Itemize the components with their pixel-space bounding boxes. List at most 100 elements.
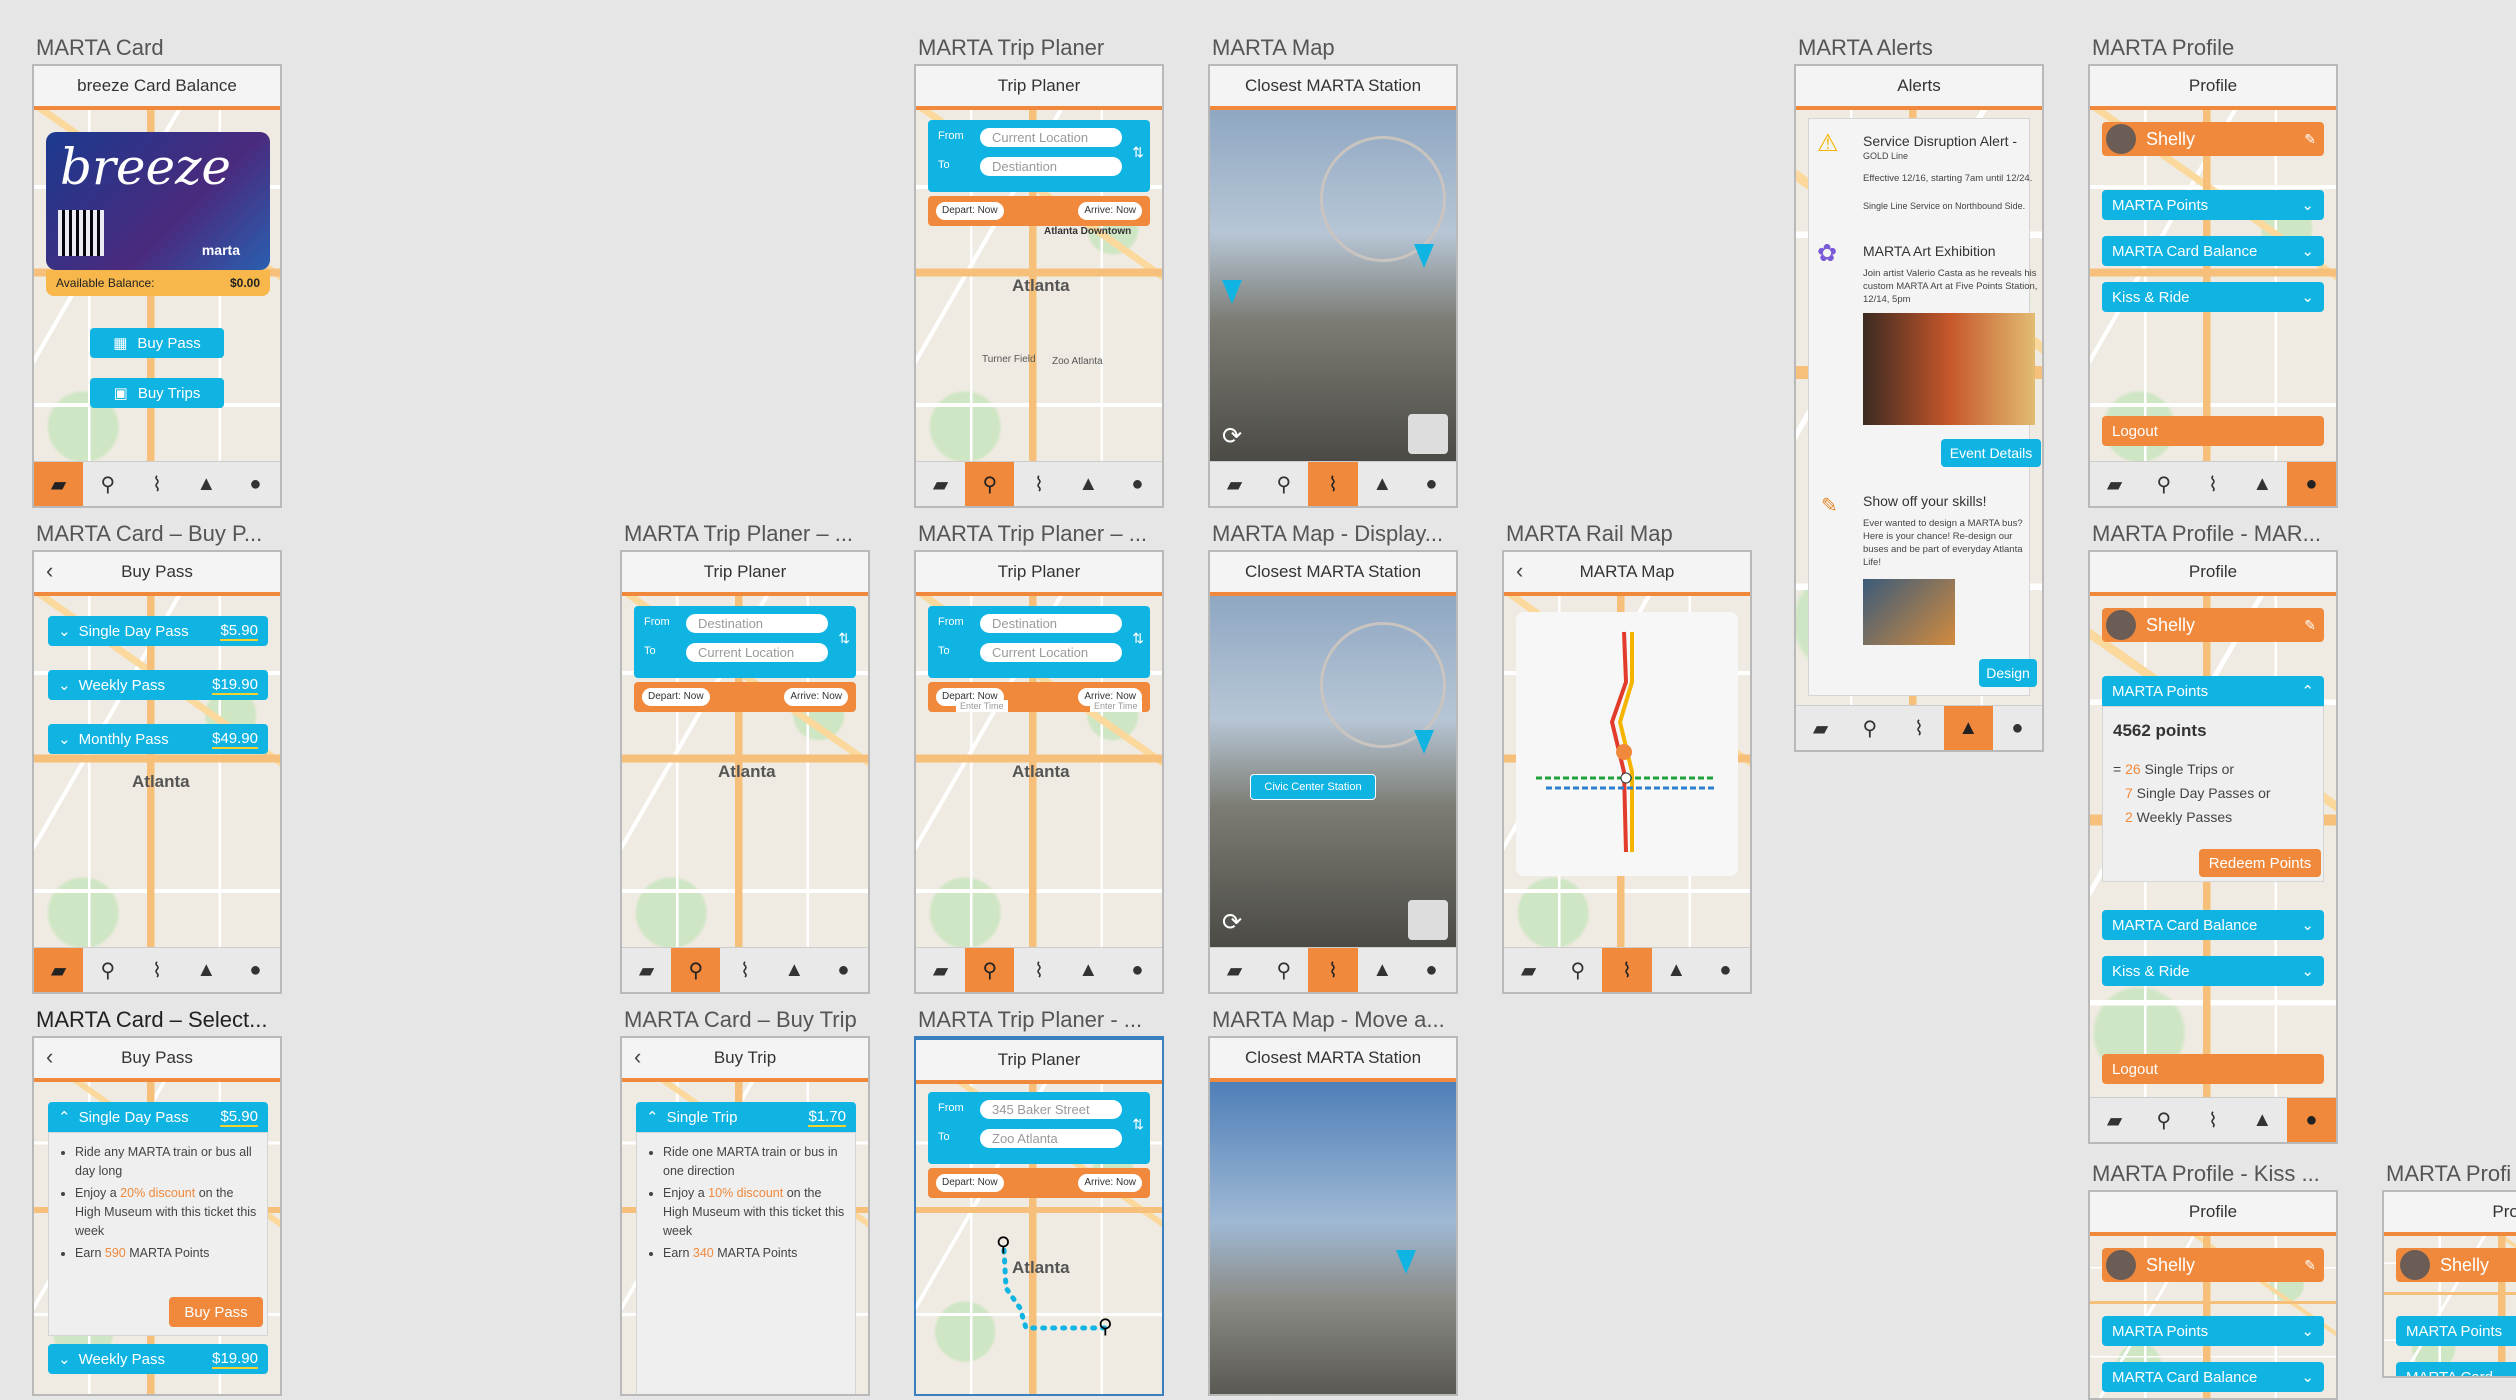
map-icon[interactable]: ⌇ (1308, 948, 1358, 992)
bell-icon[interactable]: ▲ (1943, 706, 1993, 750)
ticket-icon[interactable]: ▰ (1210, 462, 1259, 506)
to-field[interactable]: Destiantion (980, 157, 1122, 176)
redeem-points-button[interactable]: Redeem Points (2199, 849, 2321, 877)
map-icon[interactable]: ⌇ (2188, 1098, 2237, 1142)
back-chevron-icon[interactable]: ‹ (634, 1044, 641, 1070)
map-icon[interactable]: ⌇ (132, 948, 181, 992)
location-pin-icon[interactable]: ⚲ (83, 462, 132, 506)
to-field[interactable]: Current Location (980, 643, 1122, 662)
map-icon[interactable]: ⌇ (1308, 462, 1358, 506)
compass-icon[interactable] (1408, 900, 1448, 940)
station-pin-icon[interactable] (1414, 730, 1434, 754)
person-icon[interactable]: ● (2286, 462, 2336, 506)
map-icon[interactable]: ⌇ (2188, 462, 2237, 506)
logout-button[interactable]: Logout (2102, 416, 2324, 446)
location-pin-icon[interactable]: ⚲ (83, 948, 132, 992)
card-balance-item[interactable]: MARTA Card Balance ⌄ (2102, 1362, 2324, 1392)
ticket-icon[interactable]: ▰ (2090, 1098, 2139, 1142)
person-icon[interactable]: ● (1113, 462, 1162, 506)
weekly-pass-item[interactable]: ⌄ Weekly Pass $19.90 (48, 1344, 268, 1374)
location-pin-icon[interactable]: ⚲ (965, 462, 1015, 506)
profile-bar[interactable]: Shelly (2396, 1248, 2516, 1282)
bell-icon[interactable]: ▲ (1358, 948, 1407, 992)
design-button[interactable]: Design (1979, 659, 2037, 687)
ticket-icon[interactable]: ▰ (34, 948, 84, 992)
buy-pass-button[interactable]: ▦ Buy Pass (90, 328, 224, 358)
depart-select[interactable]: Depart: Now (642, 688, 710, 706)
location-pin-icon[interactable]: ⚲ (2139, 1098, 2188, 1142)
station-tooltip[interactable]: Civic Center Station (1250, 774, 1376, 800)
location-pin-icon[interactable]: ⚲ (2139, 462, 2188, 506)
edit-icon[interactable]: ✎ (2304, 131, 2316, 148)
arrive-select[interactable]: Arrive: Now (1078, 202, 1142, 220)
depart-select[interactable]: Depart: Now (936, 202, 1004, 220)
station-pin-icon[interactable] (1414, 244, 1434, 268)
rotate-icon[interactable]: ⟳ (1222, 422, 1242, 451)
ticket-icon[interactable]: ▰ (916, 462, 965, 506)
back-chevron-icon[interactable]: ‹ (46, 558, 53, 584)
depart-time-input[interactable]: Enter Time (956, 700, 1008, 712)
from-field[interactable]: Current Location (980, 128, 1122, 147)
location-pin-icon[interactable]: ⚲ (671, 948, 721, 992)
person-icon[interactable]: ● (1993, 706, 2042, 750)
rotate-icon[interactable]: ⟳ (1222, 908, 1242, 937)
swap-icon[interactable]: ⇅ (1132, 630, 1144, 647)
swap-icon[interactable]: ⇅ (1132, 144, 1144, 161)
ticket-icon[interactable]: ▰ (1796, 706, 1845, 750)
edit-icon[interactable]: ✎ (2304, 617, 2316, 634)
profile-bar[interactable]: Shelly ✎ (2102, 122, 2324, 156)
map-icon[interactable]: ⌇ (132, 462, 181, 506)
marta-points-item[interactable]: MARTA Points ⌄ (2102, 190, 2324, 220)
person-icon[interactable]: ● (1113, 948, 1162, 992)
marta-points-item[interactable]: MARTA Points ⌃ (2102, 676, 2324, 706)
bell-icon[interactable]: ▲ (2238, 1098, 2287, 1142)
person-icon[interactable]: ● (231, 462, 280, 506)
from-field[interactable]: Destination (686, 614, 828, 633)
event-details-button[interactable]: Event Details (1941, 439, 2041, 467)
location-pin-icon[interactable]: ⚲ (1259, 462, 1308, 506)
weekly-pass-item[interactable]: ⌄ Weekly Pass $19.90 (48, 670, 268, 700)
card-balance-item[interactable]: MARTA Card Balance ⌄ (2102, 910, 2324, 940)
bell-icon[interactable]: ▲ (1064, 462, 1113, 506)
station-pin-icon[interactable] (1222, 280, 1242, 304)
profile-bar[interactable]: Shelly ✎ (2102, 1248, 2324, 1282)
bell-icon[interactable]: ▲ (1064, 948, 1113, 992)
person-icon[interactable]: ● (1407, 462, 1456, 506)
location-pin-icon[interactable]: ⚲ (1845, 706, 1894, 750)
street-view-photo[interactable] (1210, 1082, 1456, 1394)
kiss-ride-item[interactable]: Kiss & Ride ⌄ (2102, 956, 2324, 986)
ticket-icon[interactable]: ▰ (622, 948, 671, 992)
ticket-icon[interactable]: ▰ (1504, 948, 1553, 992)
bell-icon[interactable]: ▲ (1358, 462, 1407, 506)
station-pin-icon[interactable] (1396, 1250, 1416, 1274)
back-chevron-icon[interactable]: ‹ (1516, 558, 1523, 584)
swap-icon[interactable]: ⇅ (838, 630, 850, 647)
map-icon[interactable]: ⌇ (1894, 706, 1943, 750)
card-balance-item[interactable]: MARTA Card (2396, 1362, 2516, 1376)
map-icon[interactable]: ⌇ (1014, 948, 1063, 992)
single-trip-item[interactable]: ⌃ Single Trip $1.70 (636, 1102, 856, 1132)
buy-trips-button[interactable]: ▣ Buy Trips (90, 378, 224, 408)
bell-icon[interactable]: ▲ (2238, 462, 2287, 506)
buy-pass-button[interactable]: Buy Pass (169, 1297, 263, 1327)
logout-button[interactable]: Logout (2102, 1054, 2324, 1084)
bell-icon[interactable]: ▲ (182, 948, 231, 992)
arrive-select[interactable]: Arrive: Now (784, 688, 848, 706)
location-pin-icon[interactable]: ⚲ (1259, 948, 1308, 992)
to-field[interactable]: Current Location (686, 643, 828, 662)
marta-points-item[interactable]: MARTA Points (2396, 1316, 2516, 1346)
bell-icon[interactable]: ▲ (1652, 948, 1701, 992)
ticket-icon[interactable]: ▰ (1210, 948, 1259, 992)
marta-points-item[interactable]: MARTA Points ⌄ (2102, 1316, 2324, 1346)
single-day-pass-item[interactable]: ⌄ Single Day Pass $5.90 (48, 616, 268, 646)
map-icon[interactable]: ⌇ (1014, 462, 1063, 506)
kiss-ride-item[interactable]: Kiss & Ride ⌄ (2102, 282, 2324, 312)
ticket-icon[interactable]: ▰ (916, 948, 965, 992)
ticket-icon[interactable]: ▰ (34, 462, 84, 506)
compass-icon[interactable] (1408, 414, 1448, 454)
person-icon[interactable]: ● (1407, 948, 1456, 992)
bell-icon[interactable]: ▲ (182, 462, 231, 506)
monthly-pass-item[interactable]: ⌄ Monthly Pass $49.90 (48, 724, 268, 754)
edit-icon[interactable]: ✎ (2304, 1257, 2316, 1274)
map-icon[interactable]: ⌇ (720, 948, 769, 992)
